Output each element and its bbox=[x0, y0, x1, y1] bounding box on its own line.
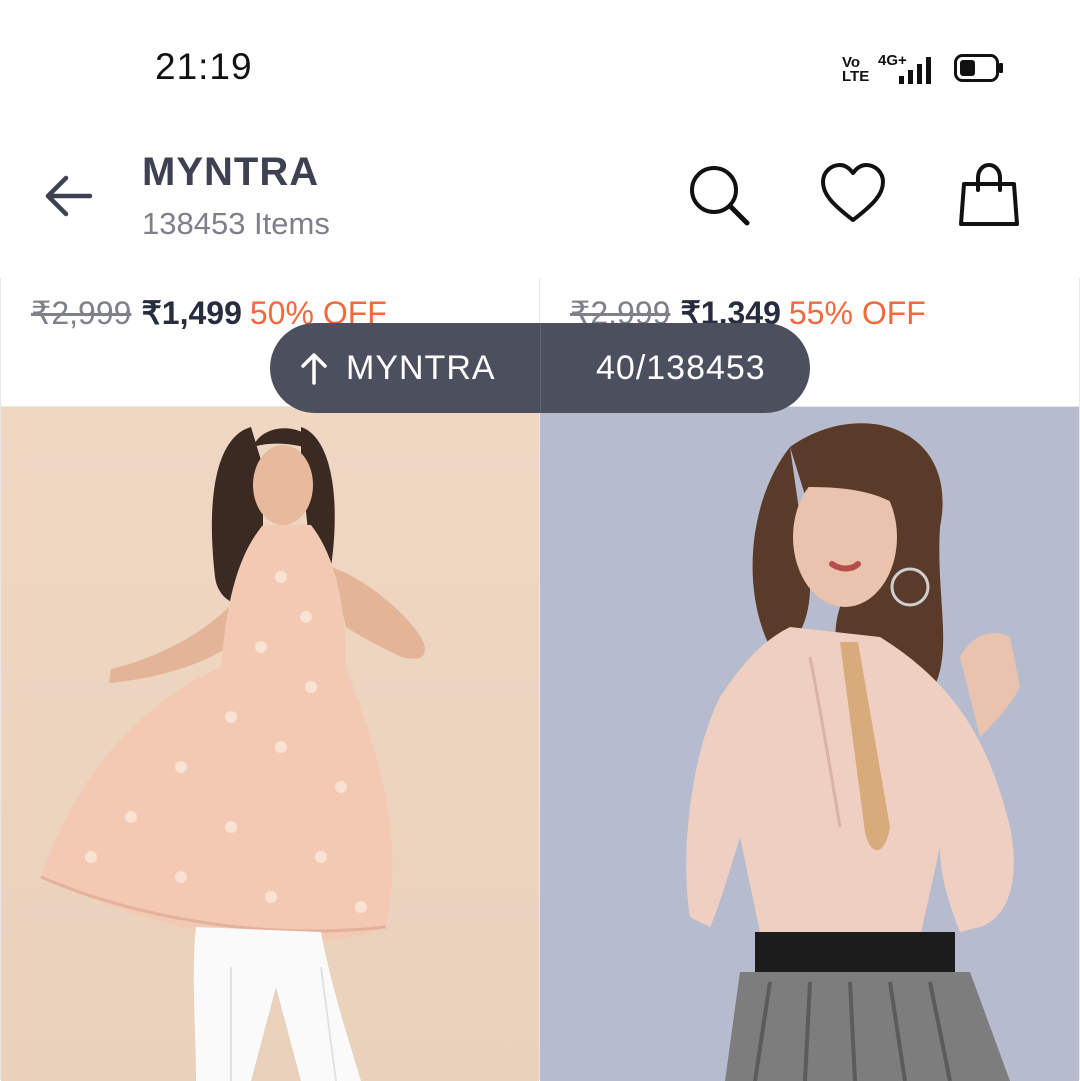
scroll-position-pill[interactable]: MYNTRA 40/138453 bbox=[270, 323, 810, 413]
bag-icon[interactable] bbox=[954, 160, 1024, 230]
page-title: MYNTRA bbox=[142, 150, 320, 194]
scroll-position-counter: 40/138453 bbox=[596, 349, 766, 387]
signal-icon bbox=[899, 57, 931, 84]
status-time: 21:19 bbox=[155, 46, 253, 87]
wishlist-heart-icon[interactable] bbox=[818, 160, 888, 230]
volte-icon: Vo LTE bbox=[842, 54, 870, 85]
back-arrow-icon[interactable] bbox=[38, 164, 98, 224]
discount-label: 55% OFF bbox=[788, 295, 926, 331]
scroll-to-top-button[interactable]: MYNTRA bbox=[270, 323, 541, 413]
item-count: 138453 Items bbox=[142, 206, 330, 241]
arrow-up-icon bbox=[301, 353, 327, 385]
product-image[interactable] bbox=[1, 406, 539, 1081]
mrp-price: ₹2,999 bbox=[31, 295, 132, 331]
product-image[interactable] bbox=[540, 406, 1079, 1081]
search-icon[interactable] bbox=[684, 160, 754, 230]
pill-brand-label: MYNTRA bbox=[346, 349, 496, 387]
sale-price: ₹1,499 bbox=[141, 295, 242, 331]
battery-icon bbox=[954, 54, 1003, 82]
status-bar: 21:19 Vo LTE 4G+ bbox=[0, 0, 1080, 130]
product-photo-satin-shirt bbox=[540, 407, 1079, 1081]
app-header: MYNTRA 138453 Items bbox=[0, 130, 1080, 279]
product-photo-kurta bbox=[1, 407, 539, 1081]
